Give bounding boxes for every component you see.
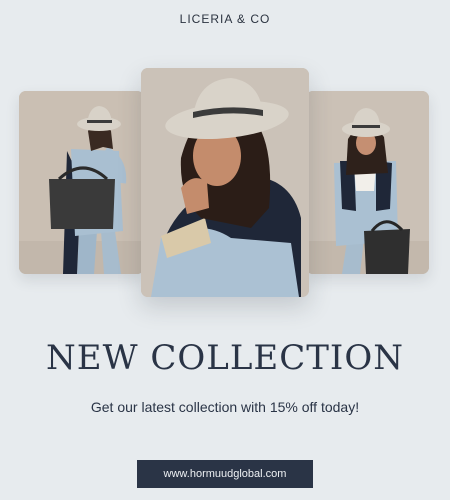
- promo-text: Get our latest collection with 15% off t…: [90, 399, 360, 415]
- photo-model-left: [19, 91, 144, 274]
- headline: NEW COLLECTION: [46, 338, 404, 378]
- photo-model-center: [141, 68, 309, 297]
- brand-name: LICERIA & CO: [179, 12, 271, 26]
- website-link-button[interactable]: www.hormuudglobal.com: [137, 460, 313, 488]
- photo-model-right: [306, 91, 429, 274]
